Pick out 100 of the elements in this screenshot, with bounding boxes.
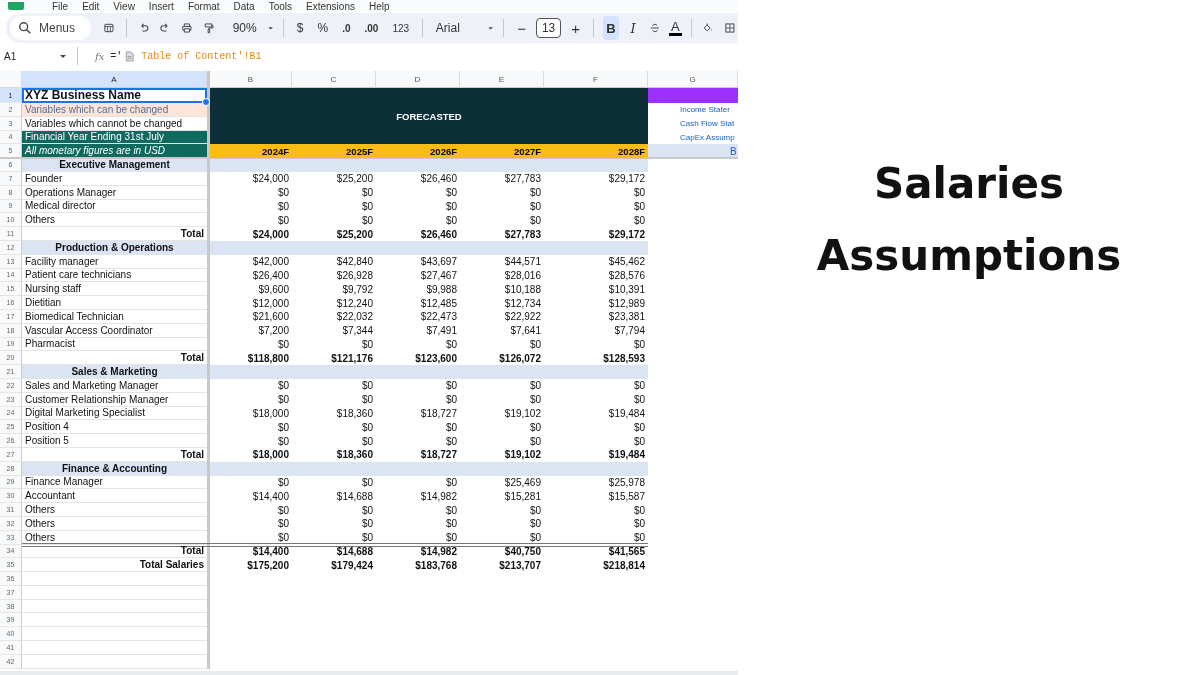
column-header[interactable]: C bbox=[292, 71, 376, 88]
table-cell: Finance Manager bbox=[22, 475, 207, 490]
table-cell-text: $0 bbox=[632, 213, 646, 228]
table-cell-text: $0 bbox=[360, 393, 374, 407]
menu-item[interactable]: Edit bbox=[82, 0, 100, 12]
table-cell-text: $0 bbox=[528, 434, 542, 448]
table-cell: Others bbox=[22, 503, 207, 517]
table-cell-text: $7,794 bbox=[613, 324, 646, 338]
table-cell-text: $25,200 bbox=[335, 172, 374, 186]
table-cell-text: $22,922 bbox=[503, 310, 542, 324]
column-header[interactable]: D bbox=[376, 71, 460, 88]
table-cell-text: $0 bbox=[444, 517, 458, 531]
total-cell-text: $183,768 bbox=[414, 558, 458, 573]
table-cell-text: $0 bbox=[360, 434, 374, 448]
bold-button[interactable]: B bbox=[602, 16, 619, 40]
table-cell-text: $0 bbox=[632, 337, 646, 352]
table-cell-text: $0 bbox=[444, 393, 458, 407]
menu-item[interactable]: Data bbox=[233, 0, 255, 12]
table-cell: Others bbox=[22, 516, 207, 531]
table-cell: Biomedical Technician bbox=[22, 309, 207, 324]
sheet-link[interactable]: B bbox=[648, 144, 738, 159]
table-cell-text: $0 bbox=[360, 186, 374, 200]
column-header[interactable]: A bbox=[22, 71, 207, 88]
table-cell-text: $0 bbox=[276, 199, 290, 214]
increase-font-size-button[interactable]: + bbox=[567, 19, 585, 37]
table-cell-text: $0 bbox=[276, 393, 290, 407]
menu-item[interactable]: Insert bbox=[148, 0, 174, 12]
column-header[interactable]: E bbox=[460, 71, 544, 88]
table-cell: Vascular Access Coordinator bbox=[22, 323, 207, 338]
menu-item[interactable]: File bbox=[52, 0, 69, 12]
year-header: 2026F bbox=[376, 144, 460, 159]
decrease-decimal-button[interactable]: .0 bbox=[338, 22, 355, 34]
table-cell-text: $0 bbox=[360, 475, 374, 490]
table-cell-text: $12,989 bbox=[607, 296, 646, 310]
total-cell-text: $14,688 bbox=[335, 544, 374, 559]
table-cell-text: $0 bbox=[360, 337, 374, 352]
font-dropdown[interactable]: Arial bbox=[431, 21, 482, 35]
table-cell-text: $0 bbox=[444, 503, 458, 517]
number-format-button[interactable]: 123 bbox=[388, 22, 414, 34]
total-cell-text: $19,484 bbox=[607, 448, 646, 462]
total-cell-text: $27,783 bbox=[503, 227, 542, 241]
table-cell-text: $0 bbox=[276, 420, 290, 435]
menu-item[interactable]: Extensions bbox=[306, 0, 355, 12]
legend-cell: Variables which can be changed bbox=[22, 103, 207, 117]
table-cell-text: $0 bbox=[632, 393, 646, 407]
table-cell-text: $0 bbox=[360, 531, 374, 545]
total-cell-text: $121,176 bbox=[330, 351, 374, 366]
function-label: fx bbox=[95, 50, 105, 62]
table-cell-text: $0 bbox=[528, 531, 542, 545]
column-header[interactable]: B bbox=[210, 71, 292, 88]
total-label: Total bbox=[22, 227, 207, 241]
table-cell-text: $18,727 bbox=[419, 406, 458, 421]
menu-item[interactable]: Tools bbox=[268, 0, 293, 12]
table-cell-text: $45,462 bbox=[607, 255, 646, 269]
table-cell-text: $0 bbox=[276, 186, 290, 200]
sheet-link[interactable]: CapEx Assump bbox=[648, 130, 738, 145]
table-cell-text: $9,792 bbox=[341, 282, 374, 297]
column-header[interactable]: F bbox=[544, 71, 648, 88]
total-cell-text: $29,172 bbox=[607, 227, 646, 241]
table-cell-text: $0 bbox=[528, 517, 542, 531]
table-cell-text: $0 bbox=[528, 393, 542, 407]
currency-format-button[interactable]: $ bbox=[292, 21, 308, 35]
search-menus-field[interactable]: Menus bbox=[10, 16, 92, 40]
fill-handle[interactable] bbox=[202, 98, 210, 106]
table-cell: Pharmacist bbox=[22, 337, 207, 352]
total-cell-text: $18,000 bbox=[251, 448, 290, 462]
table-cell-text: $0 bbox=[632, 531, 646, 545]
total-cell-text: $40,750 bbox=[503, 544, 542, 559]
table-cell-text: $12,000 bbox=[251, 296, 290, 310]
total-cell-text: $25,200 bbox=[335, 227, 374, 241]
sheet-link[interactable]: Cash Flow Stat bbox=[648, 116, 738, 131]
italic-button[interactable]: I bbox=[625, 16, 642, 40]
table-cell-text: $26,928 bbox=[335, 268, 374, 283]
increase-decimal-button[interactable]: .00 bbox=[360, 22, 383, 34]
zoom-dropdown[interactable]: 90% bbox=[228, 21, 261, 35]
font-size-field[interactable]: 13 bbox=[535, 18, 562, 38]
table-cell: Founder bbox=[22, 172, 207, 186]
percent-format-button[interactable]: % bbox=[313, 21, 333, 35]
decrease-font-size-button[interactable]: − bbox=[513, 19, 530, 37]
sheet-link[interactable]: Income Stater bbox=[648, 103, 738, 117]
table-cell: Dietitian bbox=[22, 296, 207, 310]
name-box[interactable]: A1 bbox=[4, 50, 52, 62]
legend-cell: Variables which cannot be changed bbox=[22, 116, 207, 131]
total-label: Total Salaries bbox=[22, 558, 207, 573]
table-cell-text: $14,400 bbox=[251, 489, 290, 504]
table-cell-text: $7,641 bbox=[509, 324, 542, 338]
table-cell: Position 5 bbox=[22, 434, 207, 448]
menu-item[interactable]: Format bbox=[187, 0, 220, 12]
table-cell: Customer Relationship Manager bbox=[22, 392, 207, 407]
year-header: 2028F bbox=[544, 144, 648, 159]
table-cell-text: $14,982 bbox=[419, 489, 458, 504]
table-cell-text: $0 bbox=[444, 379, 458, 393]
total-cell-text: $126,072 bbox=[498, 351, 542, 366]
text-color-button[interactable]: A bbox=[669, 20, 682, 36]
menu-item[interactable]: Help bbox=[368, 0, 390, 12]
column-header[interactable]: G bbox=[648, 71, 738, 88]
menu-item[interactable]: View bbox=[113, 0, 135, 12]
table-cell-text: $19,484 bbox=[607, 406, 646, 421]
table-cell: Position 4 bbox=[22, 420, 207, 435]
note-cell: All monetary figures are in USD bbox=[22, 144, 207, 159]
